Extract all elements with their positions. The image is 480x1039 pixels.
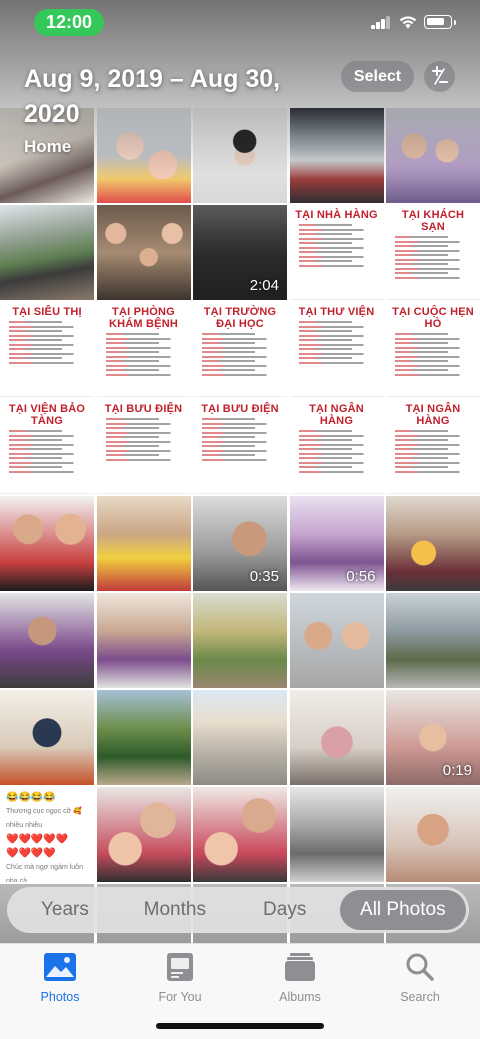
photo-thumbnail[interactable] xyxy=(96,787,191,882)
message-lines: 😂😂😂😂 Thương cục ngọc cỡ 🥰 nhiều nhiều ❤️… xyxy=(6,792,83,882)
document-title: TẠI BƯU ĐIỆN xyxy=(201,403,279,415)
tab-label: Search xyxy=(400,990,440,1004)
video-duration: 0:35 xyxy=(249,568,279,585)
view-segmented-control: Years Months Days All Photos xyxy=(7,887,469,933)
document-thumbnail[interactable]: TẠI PHÒNG KHÁM BỆNH xyxy=(96,302,191,397)
document-title: TẠI BƯU ĐIỆN xyxy=(104,403,183,415)
cellular-signal-icon xyxy=(371,16,391,29)
for-you-icon xyxy=(167,953,193,981)
segment-years[interactable]: Years xyxy=(10,890,120,930)
photo-thumbnail[interactable] xyxy=(96,496,191,591)
select-button[interactable]: Select xyxy=(341,61,414,92)
plus-minus-icon xyxy=(432,66,448,85)
document-thumbnail[interactable]: TẠI VIỆN BẢO TÀNG xyxy=(0,399,94,494)
document-title: TẠI VIỆN BẢO TÀNG xyxy=(8,403,86,427)
tab-albums[interactable]: Albums xyxy=(250,950,350,1004)
tab-photos[interactable]: Photos xyxy=(10,950,110,1004)
photo-thumbnail[interactable] xyxy=(193,787,287,882)
photos-app: 2:04 TẠI NHÀ HÀNG TẠI KHÁCH SẠN TẠI SIÊU… xyxy=(0,0,480,1039)
segment-months[interactable]: Months xyxy=(120,890,230,930)
photo-thumbnail[interactable] xyxy=(0,593,94,688)
document-title: TẠI NHÀ HÀNG xyxy=(295,209,378,221)
document-title: TẠI TRƯỜNG ĐẠI HỌC xyxy=(203,306,277,330)
photo-thumbnail[interactable] xyxy=(0,690,94,785)
document-thumbnail[interactable]: TẠI THƯ VIỆN xyxy=(289,302,384,397)
document-thumbnail[interactable]: TẠI CUỘC HẸN HÒ xyxy=(386,302,480,397)
home-indicator xyxy=(156,1023,324,1029)
video-thumbnail[interactable]: 0:19 xyxy=(386,690,480,785)
document-thumbnail[interactable]: TẠI NHÀ HÀNG xyxy=(289,205,384,300)
photo-thumbnail[interactable] xyxy=(289,690,384,785)
document-thumbnail[interactable]: TẠI TRƯỜNG ĐẠI HỌC xyxy=(193,302,287,397)
screenshot-thumbnail[interactable]: 😂😂😂😂 Thương cục ngọc cỡ 🥰 nhiều nhiều ❤️… xyxy=(0,787,94,882)
document-title: TẠI PHÒNG KHÁM BỆNH xyxy=(108,306,179,330)
photo-grid: 2:04 TẠI NHÀ HÀNG TẠI KHÁCH SẠN TẠI SIÊU… xyxy=(0,108,480,979)
video-duration: 2:04 xyxy=(249,277,279,294)
document-title: TẠI NGÂN HÀNG xyxy=(405,403,461,427)
document-title: TẠI NGÂN HÀNG xyxy=(309,403,364,427)
search-icon xyxy=(406,953,434,981)
photo-thumbnail[interactable] xyxy=(193,593,287,688)
photo-thumbnail[interactable] xyxy=(386,496,480,591)
document-thumbnail[interactable]: TẠI NGÂN HÀNG xyxy=(289,399,384,494)
albums-icon xyxy=(285,953,315,981)
document-thumbnail[interactable]: TẠI SIÊU THỊ xyxy=(0,302,94,397)
document-title: TẠI CUỘC HẸN HÒ xyxy=(392,306,474,330)
page-title: Aug 9, 2019 – Aug 30, 2020 xyxy=(24,65,281,128)
photo-thumbnail[interactable] xyxy=(96,690,191,785)
photo-thumbnail[interactable] xyxy=(0,205,94,300)
photos-icon xyxy=(44,953,76,981)
document-thumbnail[interactable]: TẠI BƯU ĐIỆN xyxy=(96,399,191,494)
document-thumbnail[interactable]: TẠI NGÂN HÀNG xyxy=(386,399,480,494)
tab-label: Albums xyxy=(279,990,321,1004)
tab-for-you[interactable]: For You xyxy=(130,950,230,1004)
document-thumbnail[interactable]: TẠI KHÁCH SẠN xyxy=(386,205,480,300)
photo-thumbnail[interactable] xyxy=(96,205,191,300)
video-duration: 0:19 xyxy=(442,762,472,779)
photo-thumbnail[interactable] xyxy=(289,593,384,688)
photo-thumbnail[interactable] xyxy=(289,787,384,882)
photo-thumbnail[interactable] xyxy=(386,787,480,882)
status-bar: 12:00 xyxy=(0,0,480,44)
photo-thumbnail[interactable] xyxy=(96,593,191,688)
status-time: 12:00 xyxy=(34,9,104,36)
tab-label: Photos xyxy=(40,990,80,1004)
document-title: TẠI KHÁCH SẠN xyxy=(401,209,465,233)
video-thumbnail[interactable]: 0:56 xyxy=(289,496,384,591)
segment-all-photos[interactable]: All Photos xyxy=(339,890,466,930)
battery-icon xyxy=(424,15,456,29)
document-thumbnail[interactable]: TẠI BƯU ĐIỆN xyxy=(193,399,287,494)
video-thumbnail[interactable]: 2:04 xyxy=(193,205,287,300)
location-label: Home xyxy=(24,137,72,156)
wifi-icon xyxy=(399,16,417,29)
document-title: TẠI SIÊU THỊ xyxy=(12,306,82,318)
zoom-plus-minus-button[interactable] xyxy=(424,61,455,92)
photo-thumbnail[interactable] xyxy=(0,496,94,591)
photo-thumbnail[interactable] xyxy=(193,690,287,785)
photo-thumbnail[interactable] xyxy=(386,593,480,688)
photo-thumbnail[interactable] xyxy=(386,108,480,203)
tab-search[interactable]: Search xyxy=(370,950,470,1004)
tab-label: For You xyxy=(158,990,202,1004)
video-duration: 0:56 xyxy=(346,568,376,585)
video-thumbnail[interactable]: 0:35 xyxy=(193,496,287,591)
document-title: TẠI THƯ VIỆN xyxy=(298,306,375,318)
segment-days[interactable]: Days xyxy=(230,890,340,930)
